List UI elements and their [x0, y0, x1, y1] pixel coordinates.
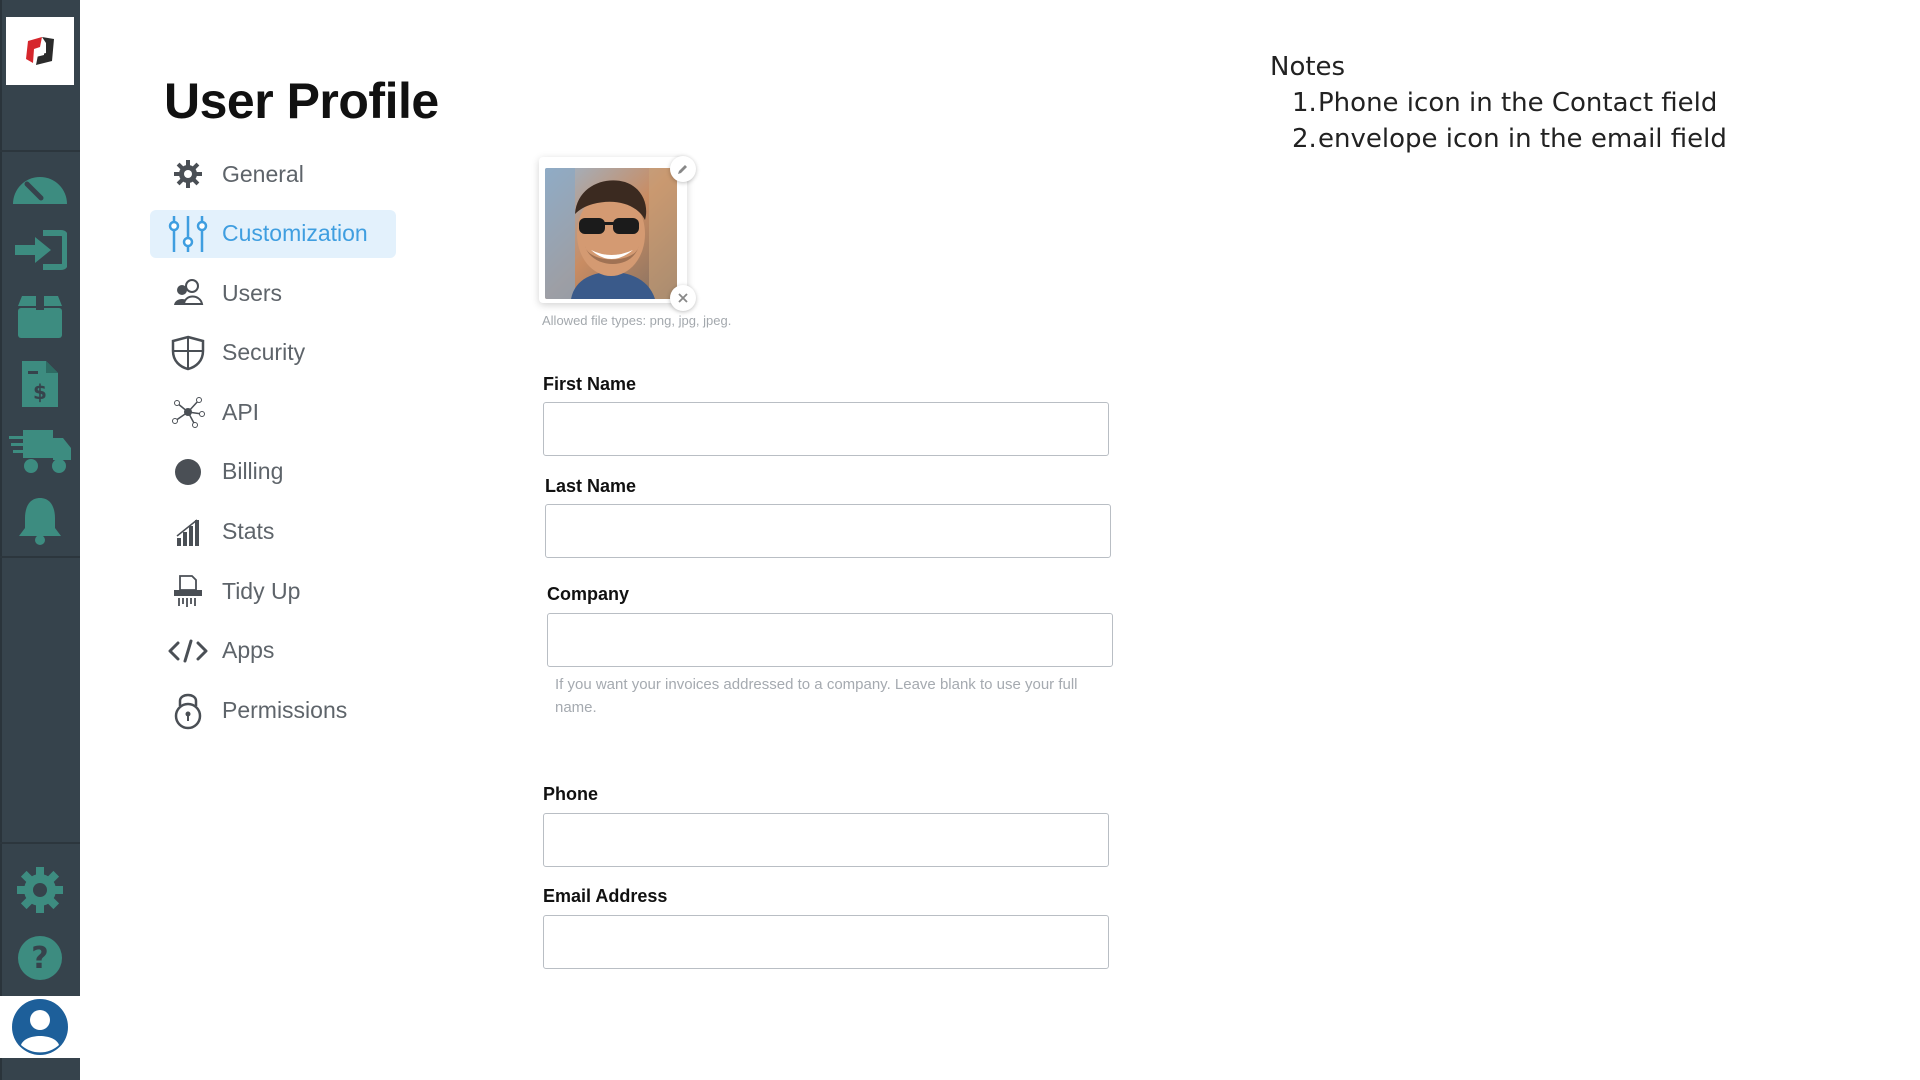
- notes-item-number: 2.: [1292, 124, 1317, 154]
- nav-label: Apps: [222, 637, 275, 664]
- api-nodes-icon: [164, 388, 212, 436]
- nav-label: API: [222, 398, 260, 425]
- invoice-icon[interactable]: $: [0, 354, 80, 414]
- profile-photo[interactable]: [545, 168, 677, 299]
- shredder-icon: [164, 567, 212, 615]
- sliders-icon: [164, 210, 212, 258]
- nav-label: Billing: [222, 458, 284, 485]
- first-name-label: First Name: [543, 374, 637, 394]
- phone-field[interactable]: [543, 813, 1109, 867]
- allowed-file-types: Allowed file types: png, jpg, jpeg.: [542, 313, 732, 328]
- company-hint: If you want your invoices addressed to a…: [555, 676, 1078, 716]
- login-icon[interactable]: [0, 220, 80, 280]
- app-sidebar: $ ?: [0, 0, 80, 1080]
- email-label: Email Address: [543, 886, 668, 906]
- nav-item-api[interactable]: API: [150, 388, 396, 436]
- nav-label: Users: [222, 279, 283, 306]
- dashboard-icon[interactable]: [0, 154, 80, 214]
- app-logo[interactable]: [6, 17, 74, 85]
- package-icon[interactable]: [0, 287, 80, 347]
- gear-icon: [164, 150, 212, 198]
- email-field[interactable]: [543, 915, 1109, 969]
- notes-item-text: envelope icon in the email field: [1318, 124, 1727, 154]
- bar-chart-icon: [164, 508, 212, 556]
- shield-icon: [164, 329, 212, 377]
- billing-circle-icon: [164, 448, 212, 496]
- help-icon[interactable]: ?: [0, 928, 80, 988]
- notes-title: Notes: [1270, 52, 1346, 82]
- close-icon: [678, 293, 688, 303]
- rail-divider: [0, 842, 80, 844]
- notes-item: 1. Phone icon in the Contact field: [1292, 88, 1727, 118]
- users-icon: [164, 269, 212, 317]
- nav-item-stats[interactable]: Stats: [150, 508, 396, 556]
- nav-label: Stats: [222, 518, 275, 545]
- last-name-field[interactable]: [545, 504, 1111, 558]
- edit-photo-button[interactable]: [670, 156, 696, 182]
- remove-photo-button[interactable]: [670, 285, 696, 311]
- code-icon: [164, 627, 212, 675]
- svg-text:$: $: [33, 380, 47, 404]
- nav-label: Tidy Up: [222, 577, 301, 604]
- bell-icon[interactable]: [0, 490, 80, 550]
- notes-item-text: Phone icon in the Contact field: [1318, 88, 1718, 118]
- page-title: User Profile: [164, 73, 439, 129]
- nav-item-permissions[interactable]: Permissions: [150, 686, 396, 734]
- user-avatar-icon[interactable]: [0, 996, 80, 1058]
- notes-panel: Notes 1. Phone icon in the Contact field…: [1270, 52, 1727, 160]
- gear-icon[interactable]: [0, 860, 80, 920]
- delivery-truck-icon[interactable]: [0, 421, 80, 481]
- settings-nav: General Customization Users Security API…: [150, 150, 396, 746]
- nav-label: Customization: [222, 220, 368, 247]
- nav-item-billing[interactable]: Billing: [150, 448, 396, 496]
- lock-icon: [164, 686, 212, 734]
- nav-item-general[interactable]: General: [150, 150, 396, 198]
- last-name-label: Last Name: [545, 476, 637, 496]
- nav-item-tidy-up[interactable]: Tidy Up: [150, 567, 396, 615]
- rail-divider: [0, 556, 80, 558]
- nav-label: Permissions: [222, 696, 348, 723]
- phone-label: Phone: [543, 784, 599, 804]
- nav-item-security[interactable]: Security: [150, 329, 396, 377]
- pencil-icon: [678, 165, 687, 174]
- company-field[interactable]: [547, 613, 1113, 667]
- svg-text:?: ?: [31, 941, 48, 976]
- nav-label: General: [222, 160, 304, 187]
- nav-item-customization[interactable]: Customization: [150, 209, 396, 258]
- notes-item-number: 1.: [1292, 88, 1317, 118]
- nav-item-users[interactable]: Users: [150, 269, 396, 317]
- nav-item-apps[interactable]: Apps: [150, 627, 396, 675]
- company-label: Company: [547, 584, 630, 604]
- first-name-field[interactable]: [543, 402, 1109, 456]
- rail-divider: [0, 150, 80, 152]
- nav-label: Security: [222, 339, 306, 366]
- notes-item: 2. envelope icon in the email field: [1292, 124, 1727, 154]
